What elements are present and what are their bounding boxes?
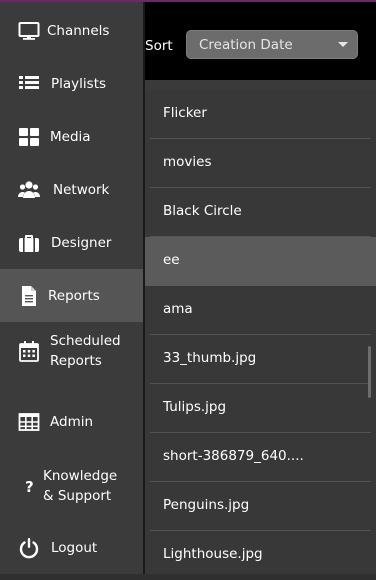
svg-text:?: ? [25,478,34,496]
sidebar-item-designer[interactable]: Designer [0,216,143,269]
users-icon [18,179,40,201]
sidebar-item-network[interactable]: Network [0,163,143,216]
list-item-name: 33_thumb.jpg [163,350,257,366]
list-item[interactable]: Flicker [145,90,376,139]
list-icon [18,73,40,95]
sidebar-item-label: Knowledge & Support [43,468,118,504]
table-icon [18,411,40,433]
list-item[interactable]: 33_thumb.jpg [145,335,376,384]
list-item-name: ee [163,252,180,268]
sidebar-item-playlists[interactable]: Playlists [0,57,143,110]
sidebar-item-label: Admin [50,413,94,430]
sort-selected-value: Creation Date [199,37,293,53]
list-item-name: ama [163,301,193,317]
sidebar-item-admin[interactable]: Admin [0,395,143,448]
question-icon: ? [18,475,40,497]
list-item-name: movies [163,154,212,170]
list-item[interactable]: Black Circle [145,188,376,237]
list-item[interactable]: short-386879_640.... [145,433,376,482]
list-top-spacer [145,80,376,90]
sidebar: Channels Playlists Media Network Designe… [0,2,143,574]
chevron-down-icon [338,42,348,47]
calendar-icon [18,340,40,362]
sidebar-item-label: Logout [51,539,98,556]
sidebar-item-label: Playlists [51,75,107,92]
list-item-name: Penguins.jpg [163,497,250,513]
sidebar-item-label: Media [50,128,91,145]
sidebar-item-label: Designer [51,234,112,251]
list-item[interactable]: ama [145,286,376,335]
list-item-name: short-386879_640.... [163,448,304,464]
sidebar-item-label: Reports [48,287,100,304]
monitor-icon [18,20,40,42]
sidebar-item-channels[interactable]: Channels [0,4,143,57]
sidebar-item-label: Network [53,181,110,198]
briefcase-icon [18,232,40,254]
list-item-name: Flicker [163,105,207,121]
list-item-name: Lighthouse.jpg [163,546,263,562]
sidebar-item-media[interactable]: Media [0,110,143,163]
list-item-name: Tulips.jpg [163,399,227,415]
list-item[interactable]: Lighthouse.jpg [145,531,376,580]
sidebar-item-logout[interactable]: Logout [0,521,143,574]
sort-label: Sort [145,38,173,54]
document-icon [18,285,40,307]
list-scrollbar[interactable] [368,346,371,398]
sidebar-item-label: Channels [47,22,110,39]
media-list: Flicker movies Black Circle ee ama 33_th… [145,80,376,574]
sidebar-item-scheduled-reports[interactable]: Scheduled Reports [0,322,143,380]
sort-dropdown[interactable]: Creation Date [186,30,358,59]
power-icon [18,537,40,559]
list-item[interactable]: Penguins.jpg [145,482,376,531]
grid-icon [18,126,40,148]
list-header: Sort Creation Date [145,2,376,80]
list-item-selected[interactable]: ee [145,237,376,286]
list-item[interactable]: Tulips.jpg [145,384,376,433]
list-item-name: Black Circle [163,203,242,219]
sidebar-item-label: Scheduled Reports [50,333,121,369]
sidebar-item-knowledge-support[interactable]: ? Knowledge & Support [0,457,143,515]
list-item[interactable]: movies [145,139,376,188]
sidebar-item-reports[interactable]: Reports [0,269,143,322]
